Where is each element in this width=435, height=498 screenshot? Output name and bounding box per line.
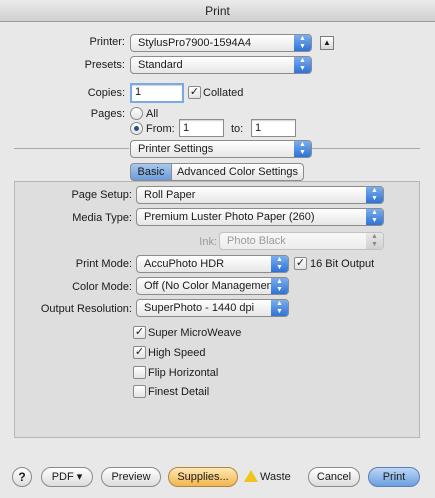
print-mode-label: Print Mode: <box>75 258 132 270</box>
help-button[interactable]: ? <box>12 467 32 487</box>
presets-label: Presets: <box>84 59 125 71</box>
cancel-button[interactable]: Cancel <box>308 467 360 487</box>
pages-all-radio[interactable] <box>130 107 143 120</box>
printer-value: StylusPro7900-1594A4 <box>138 37 252 49</box>
pages-to-label: to: <box>231 123 244 135</box>
supplies-button[interactable]: Supplies... <box>168 467 238 487</box>
checkmark-icon: ✓ <box>134 346 145 358</box>
high-speed-checkbox[interactable]: ✓ <box>133 346 146 359</box>
preview-button[interactable]: Preview <box>101 467 161 487</box>
output-resolution-popup[interactable]: SuperPhoto - 1440 dpi ▲ ▼ <box>136 299 289 317</box>
output-resolution-value: SuperPhoto - 1440 dpi <box>144 302 255 314</box>
popup-arrows-icon: ▲ ▼ <box>271 300 288 316</box>
printer-popup[interactable]: StylusPro7900-1594A4 ▲ ▼ <box>130 34 312 52</box>
popup-arrows-icon: ▲ ▼ <box>294 57 311 73</box>
print-button[interactable]: Print <box>368 467 420 487</box>
section-popup[interactable]: Printer Settings ▲ ▼ <box>130 140 312 158</box>
ink-popup: Photo Black ▲ ▼ <box>219 232 384 250</box>
section-value: Printer Settings <box>138 143 214 155</box>
checkmark-icon: ✓ <box>295 257 306 269</box>
sixteen-bit-output-checkbox[interactable]: ✓ <box>294 257 307 270</box>
print-mode-popup[interactable]: AccuPhoto HDR ▲ ▼ <box>136 255 289 273</box>
presets-value: Standard <box>138 59 183 71</box>
media-type-popup[interactable]: Premium Luster Photo Paper (260) ▲ ▼ <box>136 208 384 226</box>
warning-icon <box>244 470 258 482</box>
pages-all-label: All <box>146 108 159 120</box>
pages-from-radio[interactable] <box>130 122 143 135</box>
color-mode-value: Off (No Color Management) <box>144 280 280 292</box>
copies-label: Copies: <box>87 87 125 99</box>
copies-input[interactable]: 1 <box>130 83 184 103</box>
popup-arrows-icon: ▲ ▼ <box>366 209 383 225</box>
tab-advanced-color-settings[interactable]: Advanced Color Settings <box>171 163 304 181</box>
collated-checkbox[interactable]: ✓ <box>188 86 201 99</box>
pages-label: Pages: <box>90 108 125 120</box>
separator-left <box>14 148 129 149</box>
page-setup-value: Roll Paper <box>144 189 196 201</box>
expand-dialog-button[interactable]: ▲ <box>320 36 334 50</box>
presets-popup[interactable]: Standard ▲ ▼ <box>130 56 312 74</box>
separator-right <box>310 148 420 149</box>
tab-basic[interactable]: Basic <box>130 163 172 181</box>
waste-label: Waste <box>260 471 291 483</box>
collated-label: Collated <box>203 87 244 99</box>
color-mode-popup[interactable]: Off (No Color Management) ▲ ▼ <box>136 277 289 295</box>
checkmark-icon: ✓ <box>189 86 200 98</box>
flip-horizontal-checkbox[interactable] <box>133 366 146 379</box>
pages-from-label: From: <box>146 123 175 135</box>
popup-arrows-icon: ▲ ▼ <box>294 141 311 157</box>
print-mode-value: AccuPhoto HDR <box>144 258 225 270</box>
ink-value: Photo Black <box>227 235 286 247</box>
page-setup-popup[interactable]: Roll Paper ▲ ▼ <box>136 186 384 204</box>
media-type-label: Media Type: <box>72 212 132 224</box>
pages-to-input[interactable]: 1 <box>251 119 296 137</box>
super-microweave-label: Super MicroWeave <box>148 327 242 339</box>
flip-horizontal-label: Flip Horizontal <box>148 367 219 379</box>
high-speed-label: High Speed <box>148 347 206 359</box>
sixteen-bit-output-label: 16 Bit Output <box>310 258 375 270</box>
page-setup-label: Page Setup: <box>71 189 132 201</box>
output-resolution-label: Output Resolution: <box>40 303 132 315</box>
window-title: Print <box>0 0 435 22</box>
finest-detail-label: Finest Detail <box>148 386 210 398</box>
popup-arrows-icon: ▲ ▼ <box>271 278 288 294</box>
popup-arrows-icon: ▲ ▼ <box>294 35 311 51</box>
checkmark-icon: ✓ <box>134 326 145 338</box>
pages-from-input[interactable]: 1 <box>179 119 224 137</box>
media-type-value: Premium Luster Photo Paper (260) <box>144 211 315 223</box>
printer-label: Printer: <box>89 36 125 48</box>
popup-arrows-icon: ▲ ▼ <box>366 187 383 203</box>
popup-arrows-icon: ▲ ▼ <box>271 256 288 272</box>
popup-arrows-icon: ▲ ▼ <box>366 233 383 249</box>
super-microweave-checkbox[interactable]: ✓ <box>133 326 146 339</box>
color-mode-label: Color Mode: <box>72 281 132 293</box>
finest-detail-checkbox[interactable] <box>133 385 146 398</box>
pdf-menu-button[interactable]: PDF ▾ <box>41 467 93 487</box>
ink-label: Ink: <box>199 236 217 248</box>
disclosure-triangle-up-icon: ▲ <box>323 38 331 47</box>
